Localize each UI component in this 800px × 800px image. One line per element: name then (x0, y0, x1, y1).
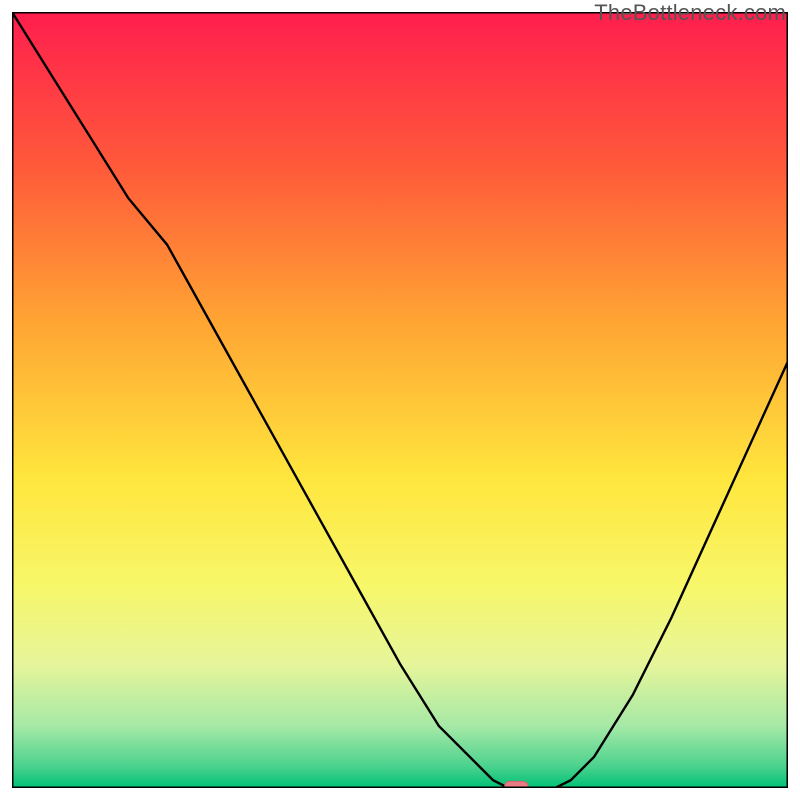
chart-background (12, 12, 788, 788)
watermark-text: TheBottleneck.com (594, 0, 786, 26)
optimal-marker (505, 781, 528, 788)
chart-plot (12, 12, 788, 788)
chart-container: TheBottleneck.com (0, 0, 800, 800)
